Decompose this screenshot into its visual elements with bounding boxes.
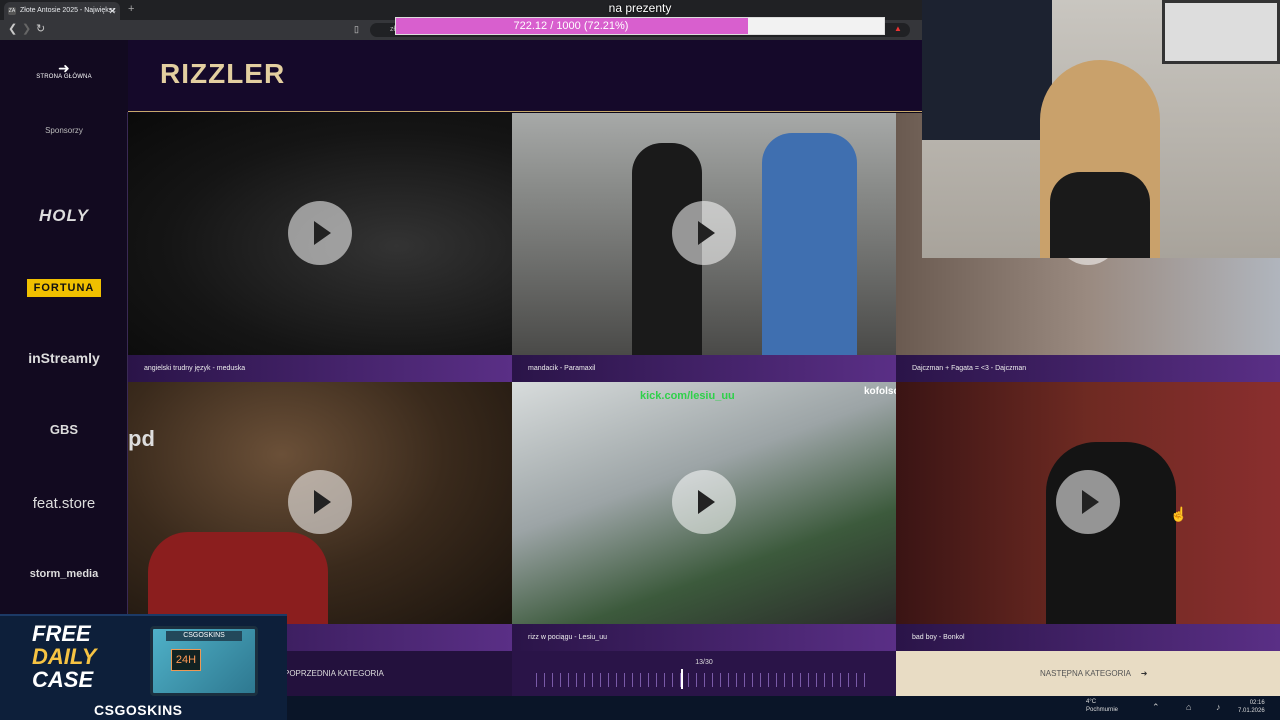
prev-category-label: POPRZEDNIA KATEGORIA	[284, 669, 384, 678]
chevron-up-icon[interactable]: ⌃	[1152, 702, 1160, 713]
pager-track[interactable]	[536, 673, 872, 687]
taskbar-clock[interactable]: 02:16 7.01.2026	[1238, 699, 1265, 715]
category-header: RIZZLER	[128, 40, 922, 112]
video-caption: rizz w pociągu - Lesiu_uu	[512, 624, 896, 651]
person-silhouette	[148, 532, 328, 624]
webcam-overlay	[922, 0, 1280, 258]
video-caption: Dajczman + Fagata = <3 - Dajczman	[896, 355, 1280, 382]
tab-title: Złote Antosie 2025 - Największ	[20, 7, 116, 14]
donation-goal-text: 722.12 / 1000 (72.21%)	[513, 20, 629, 32]
stream-url-overlay: kick.com/lesiu_uu	[640, 390, 735, 402]
crate-badge: 24H	[171, 649, 201, 671]
clock-time: 02:16	[1249, 700, 1265, 706]
category-title: RIZZLER	[160, 58, 286, 89]
wall-picture	[1162, 0, 1280, 64]
pager-count: 13/30	[695, 659, 713, 666]
play-icon[interactable]	[288, 470, 352, 534]
taskbar	[287, 696, 1280, 720]
play-icon[interactable]	[672, 201, 736, 265]
video-card[interactable]: pd	[128, 382, 512, 651]
extension-icon[interactable]: ▲	[894, 24, 902, 33]
video-card[interactable]: bad boy - Bonkol	[896, 382, 1280, 651]
video-caption: bad boy - Bonkol	[896, 624, 1280, 651]
ad-line2: DAILY	[32, 644, 97, 669]
speaker-icon[interactable]: ♪	[1216, 702, 1221, 712]
play-icon[interactable]	[288, 201, 352, 265]
ad-brand: CSGOSKINS	[94, 702, 183, 718]
next-category-label: NASTĘPNA KATEGORIA	[1040, 669, 1131, 678]
ad-line1: FREE	[32, 621, 91, 646]
donation-goal-bar: 722.12 / 1000 (72.21%)	[395, 17, 885, 35]
arrow-right-icon: ➜	[1140, 669, 1148, 678]
person-silhouette	[762, 133, 857, 355]
weather-widget[interactable]: 4°C Pochmurnie	[1070, 698, 1118, 714]
video-card[interactable]: angielski trudny język - meduska	[128, 113, 512, 382]
home-button-label: STRONA GŁÓWNA	[36, 74, 92, 80]
sponsor-ad-overlay: FREE DAILY CASE CSGOSKINS 24H CSGOSKINS	[0, 614, 287, 720]
video-card[interactable]: kick.com/lesiu_uu kofolsc rizz w pociągu…	[512, 382, 896, 651]
stream-corner-overlay: kofolsc	[864, 386, 896, 397]
reload-icon[interactable]: ↻	[36, 22, 45, 35]
tab-favicon: ZA	[8, 7, 16, 15]
video-caption: angielski trudny język - meduska	[128, 355, 512, 382]
person-silhouette	[1050, 172, 1150, 258]
donation-goal-title: na prezenty	[608, 1, 672, 15]
network-icon[interactable]: ⌂	[1186, 702, 1191, 712]
next-category-button[interactable]: NASTĘPNA KATEGORIA ➜	[896, 651, 1280, 696]
back-icon[interactable]: ❮	[8, 22, 17, 35]
category-pager: 13/30	[512, 651, 896, 696]
nav-header-bg	[92, 40, 128, 112]
sponsor-fortuna[interactable]: FORTUNA	[27, 279, 101, 297]
sponsor-holy[interactable]: HOLY	[14, 206, 114, 226]
play-icon[interactable]	[672, 470, 736, 534]
ad-headline: FREE DAILY CASE	[32, 622, 96, 691]
ad-line3: CASE	[32, 667, 94, 692]
crate-icon: CSGOSKINS 24H	[150, 626, 258, 696]
video-card[interactable]: mandacik - Paramaxil	[512, 113, 896, 382]
bookmark-icon[interactable]: ▯	[354, 24, 359, 35]
sponsor-featstore[interactable]: feat.store	[14, 495, 114, 512]
sidebar	[0, 40, 128, 696]
sponsor-storm-media[interactable]: storm_media	[14, 568, 114, 580]
sponsors-heading: Sponsorzy	[45, 126, 83, 135]
browser-tab[interactable]: ZA Złote Antosie 2025 - Największ ✕	[4, 2, 120, 20]
clock-date: 7.01.2026	[1238, 708, 1265, 714]
close-icon[interactable]: ✕	[108, 6, 116, 17]
mouse-cursor-icon: ☝	[1170, 506, 1188, 522]
pager-thumb[interactable]	[681, 669, 684, 689]
play-icon[interactable]	[1056, 470, 1120, 534]
sponsor-instreamly[interactable]: inStreamly	[14, 350, 114, 366]
monitor-background	[922, 0, 1052, 140]
person-silhouette	[1046, 442, 1176, 624]
sponsor-gbs[interactable]: GBS	[14, 422, 114, 437]
weather-desc: Pochmurnie	[1086, 707, 1119, 713]
video-caption: mandacik - Paramaxil	[512, 355, 896, 382]
weather-temp: 4°C	[1086, 699, 1097, 705]
thumbnail-text: pd	[128, 426, 155, 451]
forward-icon[interactable]: ❯	[22, 22, 31, 35]
crate-label: CSGOSKINS	[166, 631, 242, 641]
new-tab-button[interactable]: +	[128, 3, 134, 15]
